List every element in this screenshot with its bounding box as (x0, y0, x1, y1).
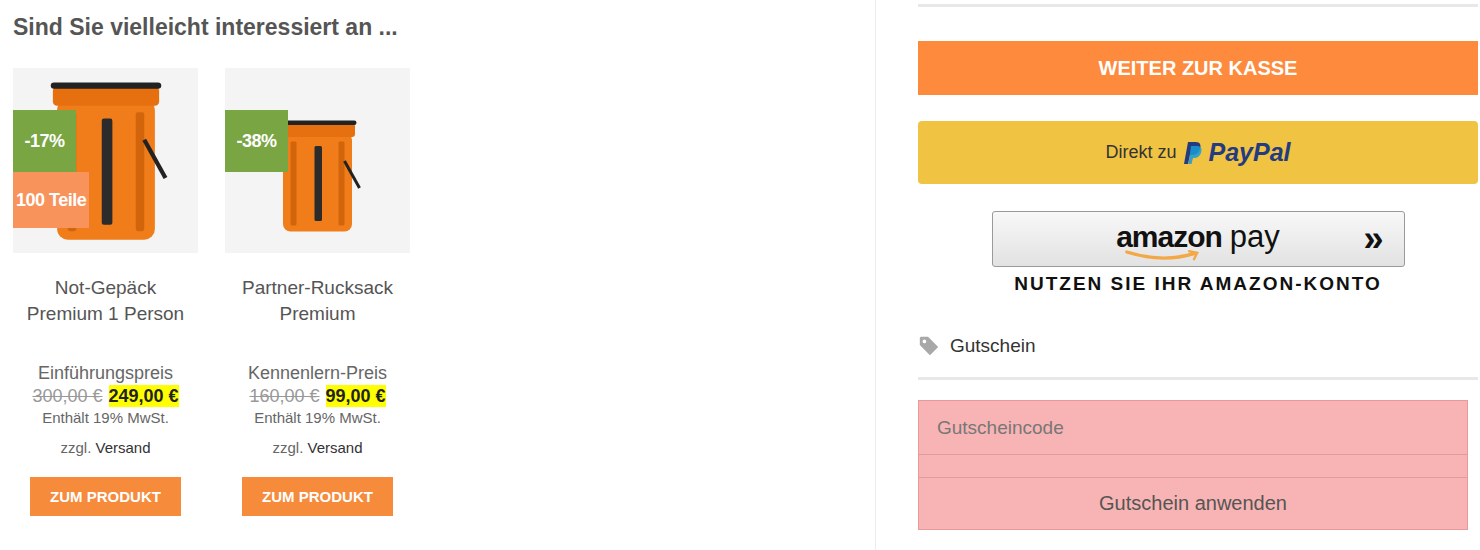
recommendations-heading: Sind Sie vielleicht interessiert an ... (13, 12, 875, 42)
price-label: Einführungspreis (13, 361, 198, 385)
product-card: -38% Partner-Rucksack Premium Kennenlern… (225, 68, 410, 516)
tag-icon (918, 335, 940, 357)
price-row: 300,00 € 249,00 € (13, 385, 198, 407)
old-price: 160,00 € (249, 385, 319, 407)
current-price: 99,00 € (326, 385, 386, 407)
discount-badge: -17% (13, 110, 76, 172)
paypal-logo: PayPal (1209, 138, 1291, 167)
shipping-note: zzgl. Versand (225, 433, 410, 463)
product-title[interactable]: Partner-Rucksack Premium (225, 275, 410, 353)
amazon-pay-button[interactable]: amazon pay » (992, 211, 1405, 267)
product-card: -17%100 Teile Not-Gepäck Premium 1 Perso… (13, 68, 198, 516)
shipping-note: zzgl. Versand (13, 433, 198, 463)
current-price: 249,00 € (109, 385, 179, 407)
discount-badge: -38% (225, 110, 288, 172)
product-info: Not-Gepäck Premium 1 Person Einführungsp… (13, 275, 198, 516)
product-button[interactable]: ZUM PRODUKT (242, 477, 393, 516)
amazon-pay-logo: amazon pay (1053, 219, 1344, 260)
amazon-smile-icon (1122, 250, 1202, 262)
tax-note: Enthält 19% MwSt. (225, 407, 410, 429)
discount-badge: 100 Teile (13, 172, 89, 228)
product-image[interactable]: -38% (225, 68, 410, 253)
product-info: Partner-Rucksack Premium Kennenlern-Prei… (225, 275, 410, 516)
product-title[interactable]: Not-Gepäck Premium 1 Person (13, 275, 198, 353)
coupon-header[interactable]: Gutschein (918, 335, 1478, 357)
recommendations: Sind Sie vielleicht interessiert an ... … (0, 0, 876, 550)
coupon-form: Gutschein anwenden (918, 400, 1468, 530)
shipping-link[interactable]: Versand (95, 439, 150, 456)
paypal-button[interactable]: Direkt zu PayPal (918, 121, 1478, 184)
old-price: 300,00 € (32, 385, 102, 407)
divider (918, 4, 1478, 7)
checkout-panel: WEITER ZUR KASSE Direkt zu PayPal amazon… (918, 0, 1478, 550)
price-label: Kennenlern-Preis (225, 361, 410, 385)
checkout-button[interactable]: WEITER ZUR KASSE (918, 41, 1478, 95)
badge-stack: -17%100 Teile (13, 110, 89, 228)
paypal-icon (1183, 141, 1203, 165)
product-button[interactable]: ZUM PRODUKT (30, 477, 181, 516)
shipping-link[interactable]: Versand (307, 439, 362, 456)
price-row: 160,00 € 99,00 € (225, 385, 410, 407)
divider (918, 377, 1478, 380)
product-list: -17%100 Teile Not-Gepäck Premium 1 Perso… (13, 68, 875, 516)
product-image[interactable]: -17%100 Teile (13, 68, 198, 253)
cart-page: Sind Sie vielleicht interessiert an ... … (0, 0, 1480, 550)
coupon-input[interactable] (919, 401, 1467, 455)
amazon-pay-caption: NUTZEN SIE IHR AMAZON-KONTO (918, 273, 1478, 295)
apply-coupon-button[interactable]: Gutschein anwenden (919, 477, 1467, 529)
tax-note: Enthält 19% MwSt. (13, 407, 198, 429)
arrows-icon: » (1344, 221, 1404, 257)
badge-stack: -38% (225, 110, 288, 172)
